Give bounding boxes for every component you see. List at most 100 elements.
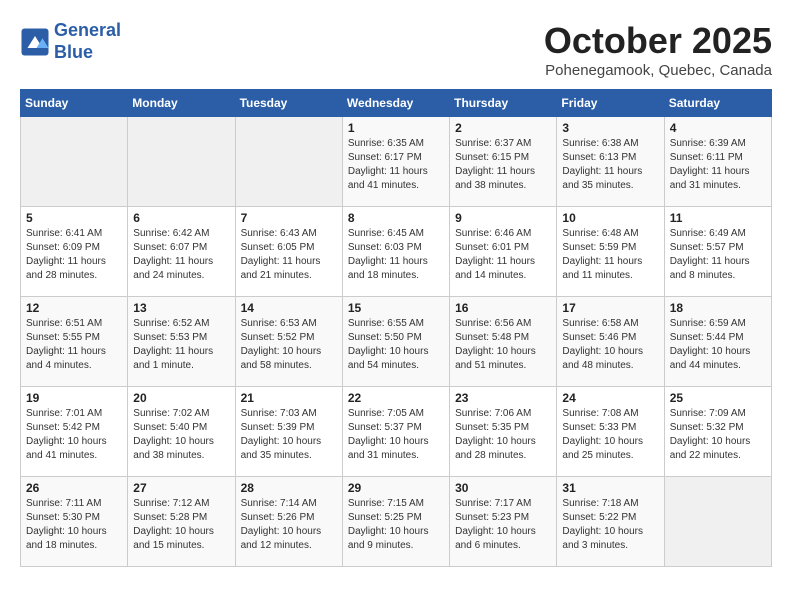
day-info: Sunrise: 7:03 AM Sunset: 5:39 PM Dayligh…	[241, 407, 337, 463]
day-number: 31	[562, 481, 658, 495]
day-info: Sunrise: 7:02 AM Sunset: 5:40 PM Dayligh…	[133, 407, 229, 463]
day-info: Sunrise: 6:43 AM Sunset: 6:05 PM Dayligh…	[241, 227, 337, 283]
day-number: 29	[348, 481, 444, 495]
day-number: 11	[670, 211, 766, 225]
day-info: Sunrise: 7:06 AM Sunset: 5:35 PM Dayligh…	[455, 407, 551, 463]
day-info: Sunrise: 6:37 AM Sunset: 6:15 PM Dayligh…	[455, 137, 551, 193]
day-info: Sunrise: 6:38 AM Sunset: 6:13 PM Dayligh…	[562, 137, 658, 193]
calendar-cell: 4 Sunrise: 6:39 AM Sunset: 6:11 PM Daylig…	[664, 117, 771, 207]
day-info: Sunrise: 6:59 AM Sunset: 5:44 PM Dayligh…	[670, 317, 766, 373]
calendar-cell: 25Sunrise: 7:09 AM Sunset: 5:32 PM Dayli…	[664, 387, 771, 477]
day-of-week-header: Monday	[128, 90, 235, 117]
day-of-week-header: Friday	[557, 90, 664, 117]
calendar-cell: 20 Sunrise: 7:02 AM Sunset: 5:40 PM Dayli…	[128, 387, 235, 477]
calendar-cell: 30Sunrise: 7:17 AM Sunset: 5:23 PM Dayli…	[450, 477, 557, 567]
calendar-cell: 15Sunrise: 6:55 AM Sunset: 5:50 PM Dayli…	[342, 297, 449, 387]
calendar-cell: 19 Sunrise: 7:01 AM Sunset: 5:42 PM Dayli…	[21, 387, 128, 477]
day-number: 13	[133, 301, 229, 315]
calendar-cell: 21 Sunrise: 7:03 AM Sunset: 5:39 PM Dayli…	[235, 387, 342, 477]
day-number: 25	[670, 391, 766, 405]
calendar-cell: 18Sunrise: 6:59 AM Sunset: 5:44 PM Dayli…	[664, 297, 771, 387]
calendar-week-row: 1 Sunrise: 6:35 AM Sunset: 6:17 PM Daylig…	[21, 117, 772, 207]
day-info: Sunrise: 6:42 AM Sunset: 6:07 PM Dayligh…	[133, 227, 229, 283]
calendar-cell: 14 Sunrise: 6:53 AM Sunset: 5:52 PM Dayli…	[235, 297, 342, 387]
logo: General Blue	[20, 20, 121, 63]
day-info: Sunrise: 6:46 AM Sunset: 6:01 PM Dayligh…	[455, 227, 551, 283]
day-number: 8	[348, 211, 444, 225]
day-number: 3	[562, 121, 658, 135]
logo-icon	[20, 27, 50, 57]
calendar-cell: 7 Sunrise: 6:43 AM Sunset: 6:05 PM Daylig…	[235, 207, 342, 297]
calendar-cell: 22Sunrise: 7:05 AM Sunset: 5:37 PM Dayli…	[342, 387, 449, 477]
day-number: 5	[26, 211, 122, 225]
calendar-cell: 23 Sunrise: 7:06 AM Sunset: 5:35 PM Dayli…	[450, 387, 557, 477]
day-number: 1	[348, 121, 444, 135]
day-info: Sunrise: 6:35 AM Sunset: 6:17 PM Dayligh…	[348, 137, 444, 193]
day-of-week-header: Tuesday	[235, 90, 342, 117]
day-info: Sunrise: 6:52 AM Sunset: 5:53 PM Dayligh…	[133, 317, 229, 373]
day-number: 24	[562, 391, 658, 405]
calendar-cell: 27 Sunrise: 7:12 AM Sunset: 5:28 PM Dayli…	[128, 477, 235, 567]
day-number: 6	[133, 211, 229, 225]
day-number: 10	[562, 211, 658, 225]
calendar-cell	[664, 477, 771, 567]
day-info: Sunrise: 6:49 AM Sunset: 5:57 PM Dayligh…	[670, 227, 766, 283]
calendar-cell: 3 Sunrise: 6:38 AM Sunset: 6:13 PM Daylig…	[557, 117, 664, 207]
day-number: 4	[670, 121, 766, 135]
calendar-cell: 1 Sunrise: 6:35 AM Sunset: 6:17 PM Daylig…	[342, 117, 449, 207]
calendar-cell: 17 Sunrise: 6:58 AM Sunset: 5:46 PM Dayli…	[557, 297, 664, 387]
logo-line1: General	[54, 20, 121, 40]
calendar-cell: 26 Sunrise: 7:11 AM Sunset: 5:30 PM Dayli…	[21, 477, 128, 567]
day-info: Sunrise: 7:15 AM Sunset: 5:25 PM Dayligh…	[348, 497, 444, 553]
day-of-week-header: Wednesday	[342, 90, 449, 117]
day-info: Sunrise: 6:48 AM Sunset: 5:59 PM Dayligh…	[562, 227, 658, 283]
calendar-week-row: 19 Sunrise: 7:01 AM Sunset: 5:42 PM Dayli…	[21, 387, 772, 477]
calendar-cell: 2 Sunrise: 6:37 AM Sunset: 6:15 PM Daylig…	[450, 117, 557, 207]
day-info: Sunrise: 7:01 AM Sunset: 5:42 PM Dayligh…	[26, 407, 122, 463]
calendar-cell: 28 Sunrise: 7:14 AM Sunset: 5:26 PM Dayli…	[235, 477, 342, 567]
day-info: Sunrise: 6:45 AM Sunset: 6:03 PM Dayligh…	[348, 227, 444, 283]
day-info: Sunrise: 6:41 AM Sunset: 6:09 PM Dayligh…	[26, 227, 122, 283]
day-of-week-header: Saturday	[664, 90, 771, 117]
day-info: Sunrise: 6:58 AM Sunset: 5:46 PM Dayligh…	[562, 317, 658, 373]
day-number: 14	[241, 301, 337, 315]
calendar-cell	[21, 117, 128, 207]
calendar-cell: 13 Sunrise: 6:52 AM Sunset: 5:53 PM Dayli…	[128, 297, 235, 387]
day-number: 19	[26, 391, 122, 405]
calendar-cell: 8 Sunrise: 6:45 AM Sunset: 6:03 PM Daylig…	[342, 207, 449, 297]
day-info: Sunrise: 7:11 AM Sunset: 5:30 PM Dayligh…	[26, 497, 122, 553]
day-number: 17	[562, 301, 658, 315]
day-number: 21	[241, 391, 337, 405]
calendar-cell: 31 Sunrise: 7:18 AM Sunset: 5:22 PM Dayli…	[557, 477, 664, 567]
day-info: Sunrise: 7:08 AM Sunset: 5:33 PM Dayligh…	[562, 407, 658, 463]
day-info: Sunrise: 7:12 AM Sunset: 5:28 PM Dayligh…	[133, 497, 229, 553]
day-number: 28	[241, 481, 337, 495]
calendar-cell	[128, 117, 235, 207]
day-info: Sunrise: 7:17 AM Sunset: 5:23 PM Dayligh…	[455, 497, 551, 553]
day-info: Sunrise: 7:14 AM Sunset: 5:26 PM Dayligh…	[241, 497, 337, 553]
day-number: 23	[455, 391, 551, 405]
day-number: 27	[133, 481, 229, 495]
day-number: 20	[133, 391, 229, 405]
calendar-body: 1 Sunrise: 6:35 AM Sunset: 6:17 PM Daylig…	[21, 117, 772, 567]
calendar-cell: 11 Sunrise: 6:49 AM Sunset: 5:57 PM Dayli…	[664, 207, 771, 297]
location: Pohenegamook, Quebec, Canada	[544, 62, 772, 79]
day-info: Sunrise: 6:51 AM Sunset: 5:55 PM Dayligh…	[26, 317, 122, 373]
calendar-cell: 10 Sunrise: 6:48 AM Sunset: 5:59 PM Dayli…	[557, 207, 664, 297]
calendar-cell: 6 Sunrise: 6:42 AM Sunset: 6:07 PM Daylig…	[128, 207, 235, 297]
calendar-table: SundayMondayTuesdayWednesdayThursdayFrid…	[20, 89, 772, 567]
day-info: Sunrise: 6:39 AM Sunset: 6:11 PM Dayligh…	[670, 137, 766, 193]
calendar-week-row: 5 Sunrise: 6:41 AM Sunset: 6:09 PM Daylig…	[21, 207, 772, 297]
day-info: Sunrise: 6:53 AM Sunset: 5:52 PM Dayligh…	[241, 317, 337, 373]
month-title: October 2025	[544, 20, 772, 62]
logo-line2: Blue	[54, 42, 93, 62]
day-number: 7	[241, 211, 337, 225]
calendar-cell: 12 Sunrise: 6:51 AM Sunset: 5:55 PM Dayli…	[21, 297, 128, 387]
day-number: 2	[455, 121, 551, 135]
calendar-cell: 9Sunrise: 6:46 AM Sunset: 6:01 PM Daylig…	[450, 207, 557, 297]
day-info: Sunrise: 7:18 AM Sunset: 5:22 PM Dayligh…	[562, 497, 658, 553]
day-number: 26	[26, 481, 122, 495]
calendar-cell	[235, 117, 342, 207]
day-number: 12	[26, 301, 122, 315]
day-number: 15	[348, 301, 444, 315]
